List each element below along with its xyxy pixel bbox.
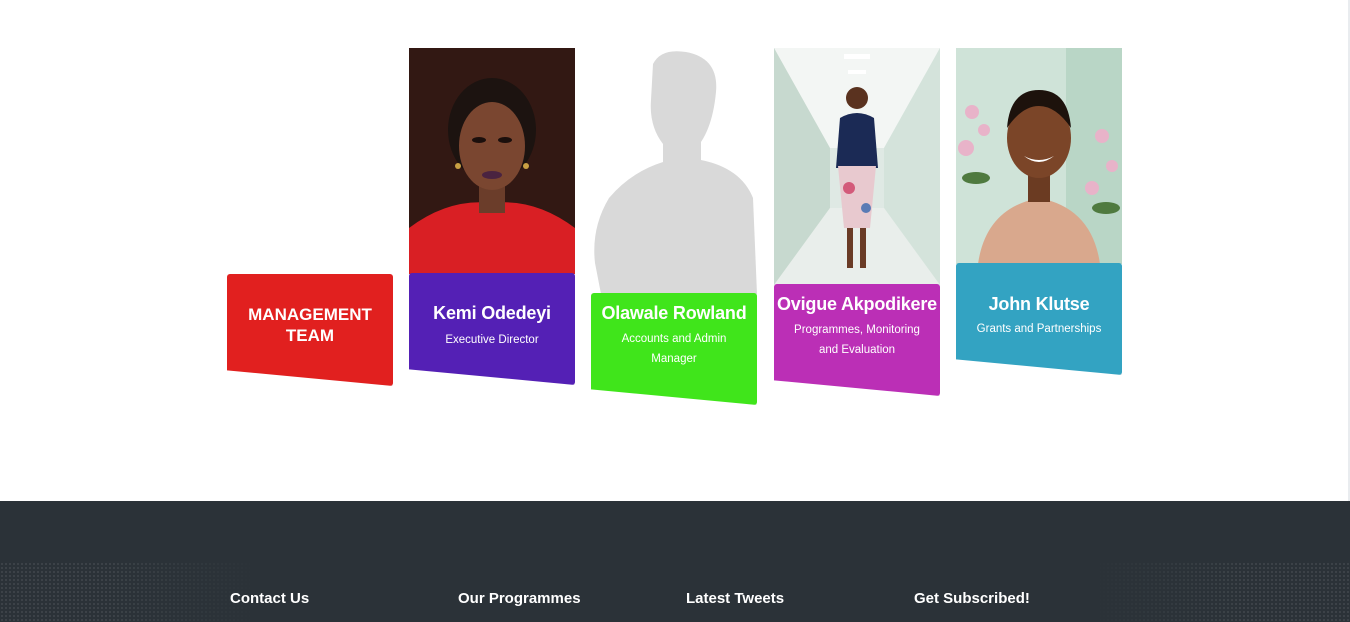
member-name: John Klutse: [988, 294, 1090, 314]
world-map-dots-right: [1090, 562, 1350, 622]
member-role: Programmes, Monitoring and Evaluation: [794, 324, 920, 356]
member-role: Accounts and Admin Manager: [621, 333, 727, 365]
man-smiling-flowers-image: [956, 48, 1122, 264]
member-photo[interactable]: [956, 48, 1122, 264]
management-team-heading: MANAGEMENT TEAM: [248, 305, 372, 345]
woman-in-corridor-image: [774, 48, 940, 285]
footer-heading-programmes: Our Programmes: [458, 590, 581, 607]
page: MANAGEMENT TEAM Kemi Odedeyi Executive D…: [0, 0, 1350, 622]
member-name: Ovigue Akpodikere: [777, 294, 937, 314]
member-label: John Klutse Grants and Partnerships: [956, 263, 1122, 375]
member-label: Ovigue Akpodikere Programmes, Monitoring…: [774, 284, 940, 396]
member-photo[interactable]: [774, 48, 940, 285]
footer-heading-tweets: Latest Tweets: [686, 590, 785, 607]
site-footer: Contact Us Our Programmes Latest Tweets …: [0, 501, 1350, 622]
member-name: Kemi Odedeyi: [433, 303, 551, 323]
member-photo[interactable]: [409, 48, 575, 274]
member-label: Olawale Rowland Accounts and Admin Manag…: [591, 293, 757, 405]
member-role: Executive Director: [445, 334, 539, 346]
woman-portrait-red-dress-image: [409, 48, 575, 274]
world-map-dots-left: [0, 562, 260, 622]
member-photo[interactable]: [591, 48, 757, 294]
member-label: Kemi Odedeyi Executive Director: [409, 273, 575, 385]
member-name: Olawale Rowland: [601, 303, 747, 323]
management-team-heading-box: MANAGEMENT TEAM: [227, 274, 393, 386]
silhouette-placeholder-image: [591, 48, 757, 294]
footer-heading-contact: Contact Us: [230, 590, 310, 607]
member-role: Grants and Partnerships: [976, 323, 1102, 335]
footer-heading-subscribe: Get Subscribed!: [914, 590, 1030, 607]
